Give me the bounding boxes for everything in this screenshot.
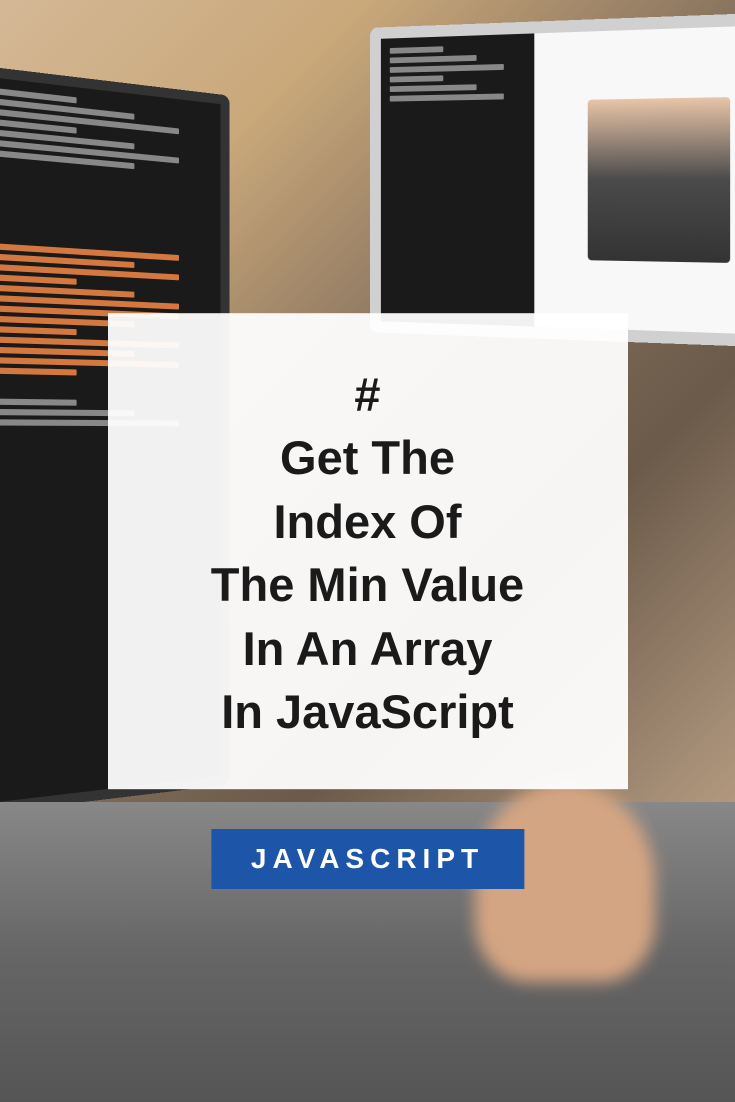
title-line-4: In An Array — [243, 622, 493, 675]
title-line-1: Get The — [280, 432, 455, 485]
laptop-right-screen — [381, 25, 735, 336]
laptop-right — [370, 11, 735, 348]
category-badge: JAVASCRIPT — [211, 829, 524, 889]
title-line-3: The Min Value — [211, 559, 524, 612]
hash-symbol: # — [354, 368, 380, 421]
video-thumbnail — [588, 97, 730, 263]
title-card: # Get The Index Of The Min Value In An A… — [108, 313, 628, 789]
card-title: # Get The Index Of The Min Value In An A… — [143, 363, 593, 744]
title-line-2: Index Of — [273, 495, 461, 548]
title-line-5: In JavaScript — [221, 685, 514, 738]
badge-label: JAVASCRIPT — [251, 843, 484, 874]
